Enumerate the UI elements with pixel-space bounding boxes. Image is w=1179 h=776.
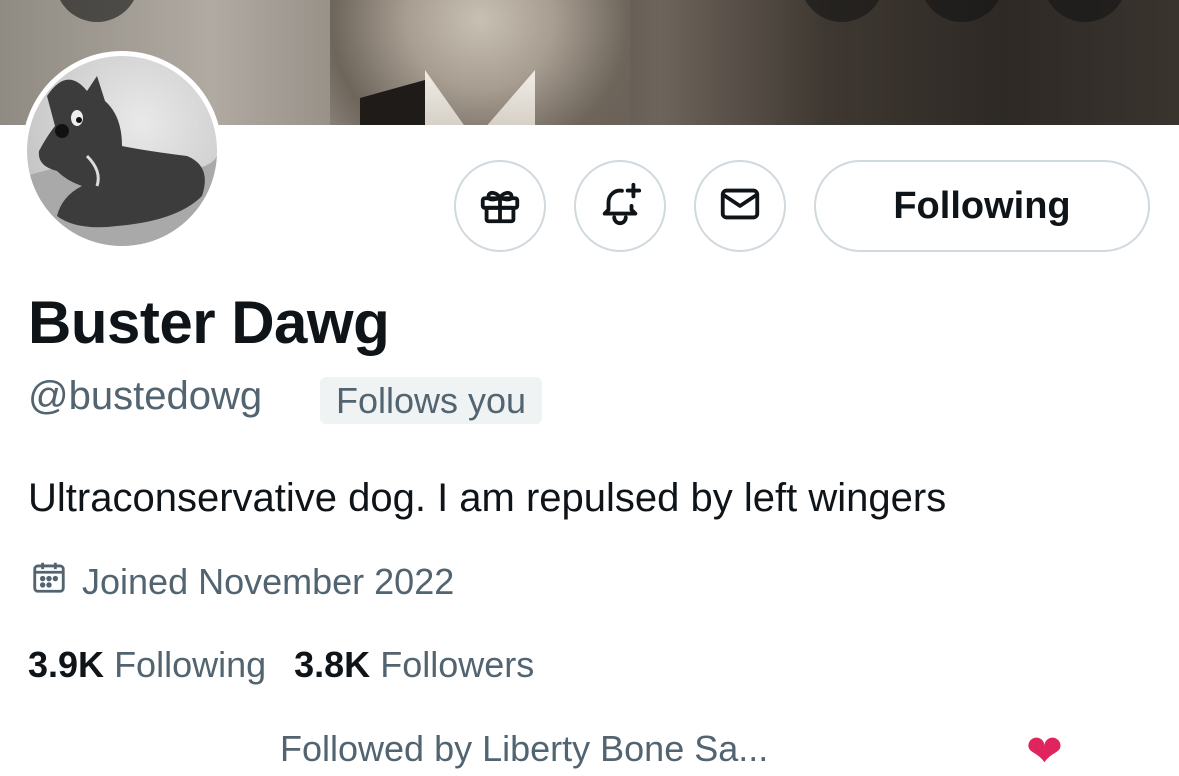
bell-plus-icon bbox=[597, 181, 643, 232]
follow-stats: 3.9K Following 3.8K Followers bbox=[28, 644, 534, 686]
back-button[interactable] bbox=[55, 0, 139, 22]
calendar-icon bbox=[30, 558, 68, 605]
followers-link[interactable]: 3.8K Followers bbox=[294, 644, 534, 685]
more-options-button[interactable] bbox=[1043, 0, 1127, 22]
following-label: Following bbox=[114, 644, 267, 685]
banner-action-button[interactable] bbox=[800, 0, 884, 22]
envelope-icon bbox=[717, 181, 763, 232]
avatar[interactable] bbox=[22, 51, 222, 251]
joined-date: Joined November 2022 bbox=[30, 558, 454, 605]
gift-button[interactable] bbox=[454, 160, 546, 252]
avatar-image bbox=[27, 56, 217, 246]
notify-button[interactable] bbox=[574, 160, 666, 252]
followers-count: 3.8K bbox=[294, 644, 371, 685]
follows-you-badge: Follows you bbox=[320, 377, 543, 424]
joined-text: Joined November 2022 bbox=[82, 560, 455, 602]
banner-action-button[interactable] bbox=[920, 0, 1004, 22]
followed-by-text[interactable]: Followed by Liberty Bone Sa... bbox=[280, 728, 768, 770]
profile-bio: Ultraconservative dog. I am repulsed by … bbox=[28, 476, 947, 520]
followers-label: Followers bbox=[380, 644, 535, 685]
display-name: Buster Dawg bbox=[28, 289, 390, 356]
gift-icon bbox=[477, 181, 523, 232]
heart-emoji-icon: ❤ bbox=[1026, 727, 1063, 776]
message-button[interactable] bbox=[694, 160, 786, 252]
following-link[interactable]: 3.9K Following bbox=[28, 644, 266, 685]
following-count: 3.9K bbox=[28, 644, 105, 685]
following-button[interactable]: Following bbox=[814, 160, 1150, 252]
user-handle: @bustedowg bbox=[28, 374, 263, 418]
